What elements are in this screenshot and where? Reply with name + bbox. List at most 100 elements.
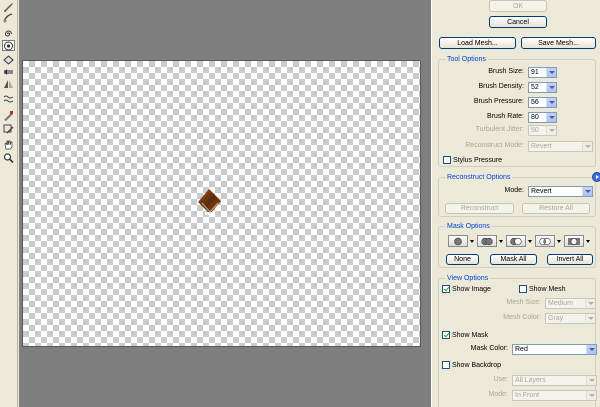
mesh-color-select: Gray bbox=[545, 313, 596, 324]
brush-rate-label: Brush Rate: bbox=[487, 113, 524, 120]
chevron-down-icon[interactable] bbox=[582, 187, 592, 196]
chevron-down-icon[interactable] bbox=[470, 240, 474, 243]
checkbox-box[interactable] bbox=[442, 331, 450, 339]
mirror-tool[interactable] bbox=[2, 78, 15, 89]
backdrop-mode-label: Mode: bbox=[488, 391, 508, 398]
save-mesh-button[interactable]: Save Mesh... bbox=[521, 37, 596, 49]
mask-add-button[interactable] bbox=[477, 235, 497, 247]
brush-size-value: 91 bbox=[531, 69, 539, 76]
play-circle-icon[interactable] bbox=[592, 172, 600, 182]
reconstruct-mode-value: Revert bbox=[531, 143, 552, 150]
chevron-down-icon[interactable] bbox=[546, 68, 556, 77]
mask-options-title: Mask Options bbox=[445, 222, 492, 231]
mask-intersect-button[interactable] bbox=[535, 235, 555, 247]
reconstruct-mode-select: Revert bbox=[528, 141, 593, 152]
chevron-down-icon bbox=[546, 126, 556, 135]
reconstruct-options-title: Reconstruct Options bbox=[445, 173, 513, 182]
checkbox-box[interactable] bbox=[519, 285, 527, 293]
forward-warp-icon bbox=[4, 2, 13, 12]
chevron-down-icon bbox=[586, 376, 596, 385]
hand-icon bbox=[4, 140, 13, 149]
mesh-color-value: Gray bbox=[548, 315, 564, 322]
chevron-down-icon[interactable] bbox=[528, 240, 532, 243]
brush-pressure-field[interactable]: 56 bbox=[528, 97, 557, 108]
mesh-size-label: Mesh Size: bbox=[506, 299, 541, 306]
chevron-down-icon[interactable] bbox=[586, 240, 590, 243]
pucker-icon bbox=[4, 41, 13, 50]
push-left-tool[interactable] bbox=[2, 66, 15, 77]
mask-replace-button[interactable] bbox=[448, 235, 468, 247]
twirl-clockwise-icon bbox=[4, 30, 12, 36]
brush-pressure-label: Brush Pressure: bbox=[473, 98, 524, 105]
freeze-mask-icon bbox=[4, 110, 13, 121]
ok-button[interactable]: OK bbox=[489, 0, 547, 12]
zoom-tool[interactable] bbox=[2, 152, 15, 163]
show-image-checkbox[interactable]: Show Image bbox=[442, 285, 491, 293]
restore-all-button[interactable]: Restore All bbox=[522, 203, 590, 214]
mask-all-button[interactable]: Mask All bbox=[490, 254, 537, 265]
brush-density-field[interactable]: 52 bbox=[528, 82, 557, 93]
turbulent-jitter-label: Turbulent Jitter: bbox=[475, 126, 524, 133]
invert-all-button[interactable]: Invert All bbox=[547, 254, 593, 265]
reconstruct-mode-label: Reconstruct Mode: bbox=[465, 142, 524, 149]
view-options-group: View Options Show Image Show Mesh Mesh S… bbox=[438, 274, 597, 407]
tool-options-group: Tool Options Brush Size: 91 Brush Densit… bbox=[438, 55, 596, 167]
chevron-down-icon[interactable] bbox=[586, 345, 596, 354]
reconstruct-button[interactable]: Reconstruct bbox=[445, 203, 514, 214]
brush-density-value: 52 bbox=[531, 84, 539, 91]
mesh-size-select: Medium bbox=[545, 298, 596, 309]
checkbox-box[interactable] bbox=[443, 156, 451, 164]
hand-tool[interactable] bbox=[2, 139, 15, 150]
chevron-down-icon[interactable] bbox=[499, 240, 503, 243]
mask-subtract-icon bbox=[510, 237, 522, 245]
reconstruct-options-group: Reconstruct Options Mode: Revert Reconst… bbox=[438, 172, 600, 217]
use-label: Use: bbox=[493, 376, 508, 383]
freeze-mask-tool[interactable] bbox=[2, 110, 15, 121]
chevron-down-icon[interactable] bbox=[546, 83, 556, 92]
brush-density-label: Brush Density: bbox=[478, 83, 524, 90]
chevron-down-icon[interactable] bbox=[557, 240, 561, 243]
reconstruct-tool[interactable] bbox=[2, 12, 15, 23]
mask-invert-button[interactable] bbox=[564, 235, 584, 247]
backdrop-use-value: All Layers bbox=[515, 377, 546, 384]
mask-color-label: Mask Color: bbox=[470, 345, 508, 352]
brush-rate-field[interactable]: 80 bbox=[528, 112, 557, 123]
reconstruct-mode-label: Mode: bbox=[504, 187, 524, 194]
cancel-button[interactable]: Cancel bbox=[489, 16, 547, 28]
preview-area[interactable] bbox=[19, 0, 431, 407]
reconstruct-mode-select[interactable]: Revert bbox=[528, 186, 593, 197]
show-backdrop-label: Show Backdrop bbox=[452, 361, 502, 369]
show-image-label: Show Image bbox=[452, 285, 491, 293]
mask-color-select[interactable]: Red bbox=[512, 344, 597, 355]
mask-invert-icon bbox=[568, 237, 580, 245]
show-mask-label: Show Mask bbox=[452, 331, 489, 339]
checkbox-box[interactable] bbox=[442, 361, 450, 369]
turbulence-icon bbox=[3, 95, 14, 102]
thaw-mask-tool[interactable] bbox=[2, 123, 15, 134]
brush-pressure-value: 56 bbox=[531, 99, 539, 106]
chevron-down-icon[interactable] bbox=[546, 98, 556, 107]
pucker-tool[interactable] bbox=[2, 40, 15, 51]
forward-warp-tool[interactable] bbox=[2, 1, 15, 12]
brush-rate-value: 80 bbox=[531, 114, 539, 121]
show-backdrop-checkbox[interactable]: Show Backdrop bbox=[442, 361, 501, 369]
turbulence-tool[interactable] bbox=[2, 93, 15, 104]
stylus-pressure-checkbox[interactable]: Stylus Pressure bbox=[443, 156, 502, 164]
bloat-tool[interactable] bbox=[2, 54, 15, 65]
mask-subtract-button[interactable] bbox=[506, 235, 526, 247]
reconstruct-mode-value: Revert bbox=[531, 188, 552, 195]
transparent-canvas[interactable] bbox=[22, 60, 421, 347]
show-mesh-checkbox[interactable]: Show Mesh bbox=[519, 285, 566, 293]
chevron-down-icon[interactable] bbox=[546, 113, 556, 122]
checkbox-box[interactable] bbox=[442, 285, 450, 293]
twirl-clockwise-tool[interactable] bbox=[2, 28, 15, 39]
brush-size-field[interactable]: 91 bbox=[528, 67, 557, 78]
reconstruct-icon bbox=[3, 12, 13, 22]
show-mesh-label: Show Mesh bbox=[529, 285, 566, 293]
mask-intersect-icon bbox=[539, 237, 551, 245]
show-mask-checkbox[interactable]: Show Mask bbox=[442, 331, 488, 339]
backdrop-mode-value: In Front bbox=[515, 392, 540, 399]
mask-none-button[interactable]: None bbox=[446, 254, 479, 265]
load-mesh-button[interactable]: Load Mesh... bbox=[439, 37, 516, 49]
chevron-down-icon bbox=[582, 142, 592, 151]
